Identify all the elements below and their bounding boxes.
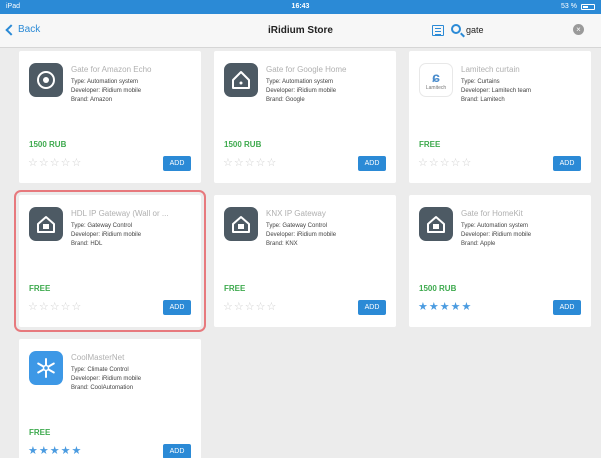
app-brand: Brand: Google: [266, 97, 305, 103]
add-button[interactable]: ADD: [163, 444, 191, 458]
app-type: Type: Automation system: [266, 79, 334, 85]
app-card[interactable]: KNX IP Gateway Type: Gateway Control Dev…: [214, 195, 396, 327]
lamitech-logo-icon: ɕ Lamitech: [419, 63, 453, 97]
app-developer: Developer: iRidium mobile: [71, 376, 142, 382]
app-name: HDL IP Gateway (Wall or ...: [71, 209, 169, 218]
amazon-echo-icon: [29, 63, 63, 97]
battery-level: [583, 6, 588, 8]
app-card-selected[interactable]: HDL IP Gateway (Wall or ... Type: Gatewa…: [14, 190, 206, 332]
app-type: Type: Curtains: [461, 79, 500, 85]
app-name: KNX IP Gateway: [266, 209, 326, 218]
rating-stars: ☆☆☆☆☆: [28, 301, 83, 313]
gateway-house-icon: [29, 207, 63, 241]
app-developer: Developer: iRidium mobile: [71, 88, 142, 94]
app-brand: Brand: Amazon: [71, 97, 113, 103]
app-developer: Developer: Lamitech team: [461, 88, 532, 94]
app-type: Type: Gateway Control: [266, 223, 328, 229]
app-card[interactable]: Gate for Google Home Type: Automation sy…: [214, 51, 396, 183]
search-icon: [451, 24, 461, 34]
app-type: Type: Gateway Control: [71, 223, 133, 229]
rating-stars: ★★★★★: [28, 445, 83, 457]
snowflake-icon: [29, 351, 63, 385]
app-brand: Brand: CoolAutomation: [71, 385, 134, 391]
add-button[interactable]: ADD: [163, 300, 191, 315]
nav-bar: Back iRidium Store ×: [0, 14, 601, 48]
app-price: FREE: [224, 284, 246, 293]
app-price: FREE: [29, 428, 51, 437]
rating-stars: ☆☆☆☆☆: [28, 157, 83, 169]
app-price: FREE: [29, 284, 51, 293]
app-price: 1500 RUB: [224, 140, 262, 149]
app-name: Lamitech curtain: [461, 65, 520, 74]
add-button[interactable]: ADD: [553, 300, 581, 315]
clear-search-icon[interactable]: ×: [573, 24, 584, 35]
add-button[interactable]: ADD: [358, 300, 386, 315]
app-card[interactable]: CoolMasterNet Type: Climate Control Deve…: [19, 339, 201, 458]
battery-percent: 53 %: [561, 3, 577, 10]
battery-icon: [581, 4, 595, 10]
app-card[interactable]: ɕ Lamitech Lamitech curtain Type: Curtai…: [409, 51, 591, 183]
app-price: 1500 RUB: [29, 140, 67, 149]
rating-stars: ☆☆☆☆☆: [418, 157, 473, 169]
app-card[interactable]: Gate for HomeKit Type: Automation system…: [409, 195, 591, 327]
app-brand: Brand: KNX: [266, 241, 298, 247]
status-bar: iPad 16:43 53 %: [0, 0, 601, 14]
rating-stars: ★★★★★: [418, 301, 473, 313]
app-brand: Brand: HDL: [71, 241, 103, 247]
add-button[interactable]: ADD: [163, 156, 191, 171]
google-home-icon: [224, 63, 258, 97]
app-price: FREE: [419, 140, 441, 149]
app-name: Gate for Amazon Echo: [71, 65, 152, 74]
app-developer: Developer: iRidium mobile: [461, 232, 532, 238]
rating-stars: ☆☆☆☆☆: [223, 301, 278, 313]
lamitech-logo-text: Lamitech: [425, 84, 447, 91]
add-button[interactable]: ADD: [358, 156, 386, 171]
gateway-house-icon: [419, 207, 453, 241]
app-developer: Developer: iRidium mobile: [266, 232, 337, 238]
app-type: Type: Climate Control: [71, 367, 129, 373]
rating-stars: ☆☆☆☆☆: [223, 157, 278, 169]
app-type: Type: Automation system: [71, 79, 139, 85]
back-label: Back: [18, 24, 41, 35]
app-name: Gate for HomeKit: [461, 209, 523, 218]
app-card[interactable]: Gate for Amazon Echo Type: Automation sy…: [19, 51, 201, 183]
back-button[interactable]: Back: [5, 23, 41, 36]
clock: 16:43: [291, 3, 310, 10]
app-brand: Brand: Apple: [461, 241, 496, 247]
add-button[interactable]: ADD: [553, 156, 581, 171]
search-input[interactable]: [466, 22, 571, 38]
gateway-house-icon: [224, 207, 258, 241]
app-developer: Developer: iRidium mobile: [266, 88, 337, 94]
app-price: 1500 RUB: [419, 284, 457, 293]
app-type: Type: Automation system: [461, 223, 529, 229]
app-brand: Brand: Lamitech: [461, 97, 505, 103]
app-developer: Developer: iRidium mobile: [71, 232, 142, 238]
app-name: Gate for Google Home: [266, 65, 347, 74]
chevron-left-icon: [5, 23, 17, 36]
app-name: CoolMasterNet: [71, 353, 125, 362]
filter-icon[interactable]: [432, 25, 444, 36]
